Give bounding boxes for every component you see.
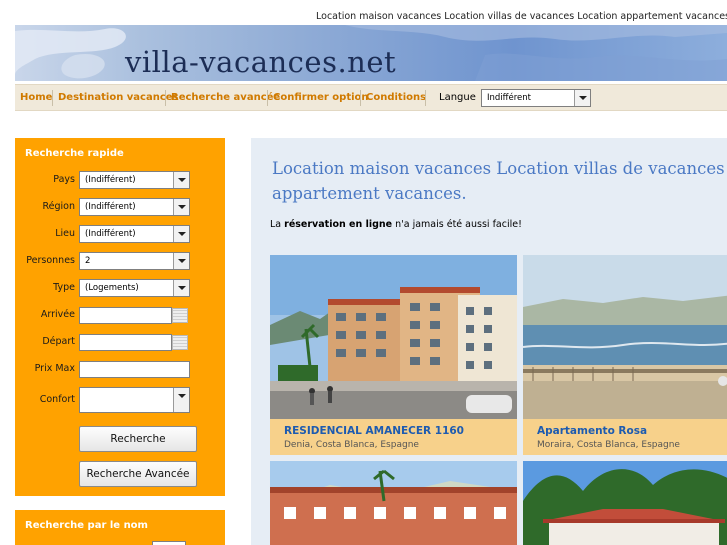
chevron-down-icon[interactable] (173, 253, 189, 269)
type-label: Type (53, 282, 75, 293)
page-heading: Location maison vacances Location villas… (272, 156, 727, 206)
prix-max-label: Prix Max (34, 363, 75, 374)
quick-search-panel: Recherche rapide Pays (Indifférent) Régi… (15, 138, 225, 496)
site-title[interactable]: villa-vacances.net (125, 45, 396, 79)
name-search-select[interactable] (152, 541, 186, 545)
type-select[interactable]: (Logements) (79, 279, 190, 297)
main-navbar: Home Destination vacances Recherche avan… (15, 84, 727, 111)
listing-card[interactable]: Apartamento Rosa Moraira, Costa Blanca, … (523, 255, 727, 455)
intro-text-pre: La (270, 219, 285, 230)
listing-title[interactable]: RESIDENCIAL AMANECER 1160 (284, 425, 464, 437)
calendar-icon[interactable] (172, 308, 188, 323)
chevron-down-icon[interactable] (173, 172, 189, 188)
listing-photo[interactable] (270, 461, 517, 545)
chevron-down-icon[interactable] (173, 226, 189, 242)
site-banner[interactable]: villa-vacances.net (15, 25, 727, 81)
listing-location: Denia, Costa Blanca, Espagne (284, 440, 419, 450)
confort-label: Confort (39, 394, 75, 405)
langue-select-value: Indifférent (487, 93, 531, 103)
search-button[interactable]: Recherche (79, 426, 197, 452)
nav-separator (165, 90, 166, 106)
quick-search-title: Recherche rapide (25, 148, 124, 159)
advanced-search-button[interactable]: Recherche Avancée (79, 461, 197, 487)
chevron-down-icon[interactable] (173, 388, 189, 412)
personnes-select[interactable]: 2 (79, 252, 190, 270)
arrivee-label: Arrivée (40, 309, 75, 320)
personnes-select-value: 2 (85, 256, 91, 266)
calendar-icon[interactable] (172, 335, 188, 350)
name-search-panel: Recherche par le nom (15, 510, 225, 545)
region-label: Région (42, 201, 75, 212)
nav-separator (267, 90, 268, 106)
type-select-value: (Logements) (85, 283, 139, 293)
listing-title[interactable]: Apartamento Rosa (537, 425, 647, 437)
lieu-select-value: (Indifférent) (85, 229, 136, 239)
listing-card[interactable]: RESIDENCIAL AMANECER 1160 Denia, Costa B… (270, 255, 517, 455)
page-heading-line-2: appartement vacances. (272, 184, 467, 203)
chevron-down-icon[interactable] (574, 90, 590, 106)
page-heading-line-1: Location maison vacances Location villas… (272, 159, 727, 178)
pays-label: Pays (53, 174, 75, 185)
arrivee-date-input[interactable] (79, 307, 172, 324)
langue-select[interactable]: Indifférent (481, 89, 591, 107)
chevron-down-icon[interactable] (173, 280, 189, 296)
nav-conditions[interactable]: Conditions (366, 92, 426, 103)
nav-recherche-avancee[interactable]: Recherche avancée (171, 92, 280, 103)
nav-destination-vacances[interactable]: Destination vacances (58, 92, 179, 103)
confort-select[interactable] (79, 387, 190, 413)
nav-separator (360, 90, 361, 106)
pays-select-value: (Indifférent) (85, 175, 136, 185)
nav-home[interactable]: Home (20, 92, 52, 103)
personnes-label: Personnes (26, 255, 75, 266)
listing-photo[interactable] (523, 461, 727, 545)
listing-photo[interactable] (270, 255, 517, 419)
listing-location: Moraira, Costa Blanca, Espagne (537, 440, 680, 450)
pays-select[interactable]: (Indifférent) (79, 171, 190, 189)
depart-label: Départ (42, 336, 75, 347)
intro-text-post: n'a jamais été aussi facile! (392, 219, 522, 230)
header-tagline: Location maison vacances Location villas… (316, 11, 727, 22)
intro-text-bold: réservation en ligne (284, 219, 393, 230)
region-select[interactable]: (Indifférent) (79, 198, 190, 216)
listing-caption: Apartamento Rosa Moraira, Costa Blanca, … (523, 419, 727, 455)
region-select-value: (Indifférent) (85, 202, 136, 212)
nav-confirmer-option[interactable]: Confirmer option (273, 92, 369, 103)
chevron-down-icon[interactable] (173, 199, 189, 215)
nav-separator (52, 90, 53, 106)
listing-photo[interactable] (523, 255, 727, 419)
listing-caption: RESIDENCIAL AMANECER 1160 Denia, Costa B… (270, 419, 517, 455)
lieu-select[interactable]: (Indifférent) (79, 225, 190, 243)
prix-max-input[interactable] (79, 361, 190, 378)
depart-date-input[interactable] (79, 334, 172, 351)
listing-card[interactable] (523, 461, 727, 545)
nav-separator (425, 90, 426, 106)
langue-label: Langue (439, 92, 476, 103)
listing-card[interactable] (270, 461, 517, 545)
name-search-title: Recherche par le nom (25, 520, 148, 531)
lieu-label: Lieu (55, 228, 75, 239)
main-content: Location maison vacances Location villas… (251, 138, 727, 545)
intro-text: La réservation en ligne n'a jamais été a… (270, 219, 522, 230)
